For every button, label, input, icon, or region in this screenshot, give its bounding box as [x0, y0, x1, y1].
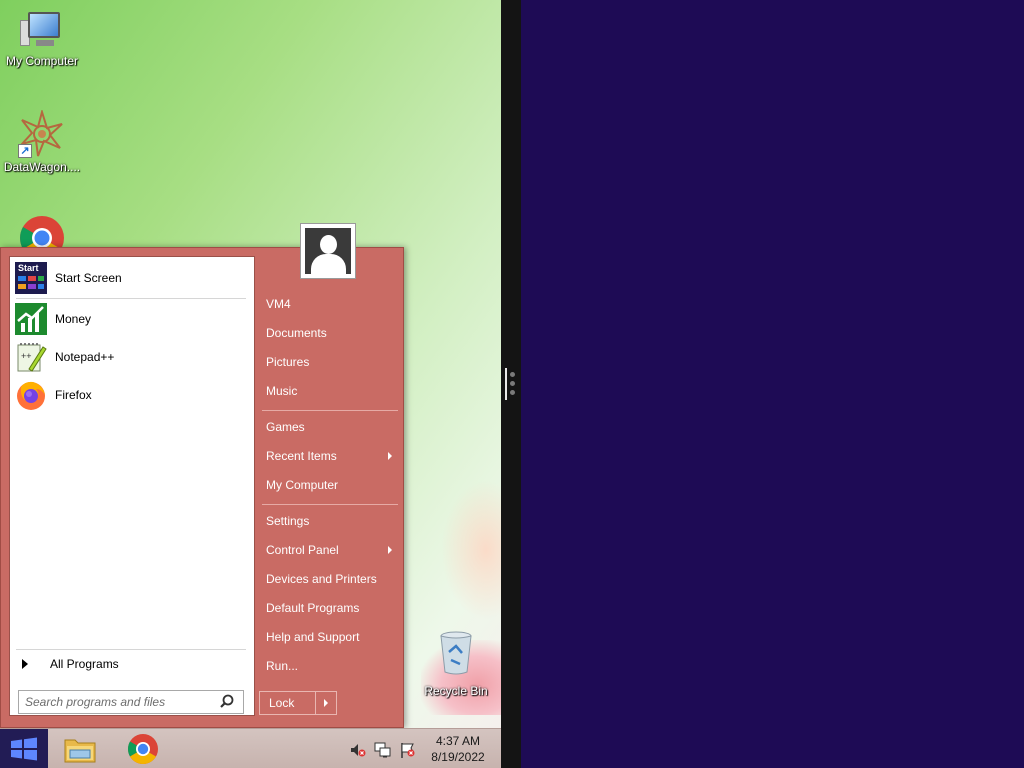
- lock-button[interactable]: Lock: [260, 692, 316, 714]
- place-run[interactable]: Run...: [259, 653, 399, 679]
- desktop-icon-label: Recycle Bin: [424, 684, 488, 698]
- programs-separator: [16, 298, 246, 299]
- clock-time: 4:37 AM: [435, 734, 481, 748]
- program-label: Notepad++: [55, 350, 115, 364]
- computer-icon: [20, 8, 64, 52]
- place-label: Default Programs: [266, 601, 360, 615]
- taskbar-clock[interactable]: 4:37 AM 8/19/2022: [422, 733, 494, 765]
- place-recent-items[interactable]: Recent Items: [259, 443, 399, 469]
- notepad-plus-plus-icon: ++: [15, 341, 47, 373]
- search-input[interactable]: [19, 692, 215, 712]
- place-label: Settings: [266, 514, 310, 528]
- place-label: Documents: [266, 326, 327, 340]
- chevron-right-icon: [324, 699, 328, 707]
- place-help-and-support[interactable]: Help and Support: [259, 624, 399, 650]
- search-icon[interactable]: [215, 691, 239, 713]
- place-devices-and-printers[interactable]: Devices and Printers: [259, 566, 399, 592]
- place-default-programs[interactable]: Default Programs: [259, 595, 399, 621]
- user-avatar[interactable]: [300, 223, 356, 279]
- place-label: Control Panel: [266, 543, 339, 557]
- all-programs-button[interactable]: All Programs: [14, 653, 250, 675]
- place-vm4[interactable]: VM4: [259, 291, 399, 317]
- place-pictures[interactable]: Pictures: [259, 349, 399, 375]
- place-my-computer[interactable]: My Computer: [259, 472, 399, 498]
- right-pane: [521, 0, 1024, 768]
- submenu-arrow-icon: [388, 546, 392, 554]
- network-icon[interactable]: [374, 741, 392, 759]
- recycle-bin-icon: [440, 631, 472, 675]
- program-firefox[interactable]: Firefox: [14, 378, 250, 412]
- desktop-icon-datawagon[interactable]: ↗ DataWagon....: [0, 108, 84, 174]
- start-menu: Start Start Screen Money ++ Notepad++ Fi…: [0, 247, 404, 728]
- place-label: Help and Support: [266, 630, 360, 644]
- places-separator: [262, 410, 398, 411]
- volume-muted-icon[interactable]: [349, 741, 367, 759]
- clock-date: 8/19/2022: [431, 750, 485, 764]
- svg-text:++: ++: [21, 351, 32, 361]
- start-screen-icon: Start: [15, 262, 47, 294]
- desktop-icon-recycle-bin[interactable]: Recycle Bin: [420, 630, 492, 698]
- expand-triangle-icon: [22, 659, 28, 669]
- place-settings[interactable]: Settings: [259, 508, 399, 534]
- place-label: My Computer: [266, 478, 339, 492]
- place-label: Recent Items: [266, 449, 337, 463]
- place-control-panel[interactable]: Control Panel: [259, 537, 399, 563]
- lock-button-group: Lock: [259, 691, 337, 715]
- money-icon: [15, 303, 47, 335]
- user-icon: [305, 228, 351, 274]
- shutdown-options-button[interactable]: [316, 692, 336, 714]
- file-explorer-icon: [64, 739, 96, 763]
- program-notepad-plus-plus[interactable]: ++ Notepad++: [14, 340, 250, 374]
- desktop-icon-label: My Computer: [5, 54, 79, 68]
- background-glow: [441, 480, 501, 620]
- program-start-screen[interactable]: Start Start Screen: [14, 261, 250, 295]
- programs-pane: Start Start Screen Money ++ Notepad++ Fi…: [9, 256, 255, 716]
- program-money[interactable]: Money: [14, 302, 250, 336]
- place-music[interactable]: Music: [259, 378, 399, 404]
- lock-label: Lock: [269, 696, 295, 710]
- datawagon-icon: ↗: [18, 108, 66, 158]
- program-label: Firefox: [55, 388, 92, 402]
- chrome-icon: [127, 734, 158, 765]
- place-label: VM4: [266, 297, 291, 311]
- place-label: Music: [266, 384, 298, 398]
- place-documents[interactable]: Documents: [259, 320, 399, 346]
- place-label: Games: [266, 420, 305, 434]
- start-button[interactable]: [0, 729, 48, 768]
- place-games[interactable]: Games: [259, 414, 399, 440]
- desktop-icon-my-computer[interactable]: My Computer: [0, 8, 84, 68]
- place-label: Pictures: [266, 355, 310, 369]
- program-label: Start Screen: [55, 271, 122, 285]
- place-label: Run...: [266, 659, 299, 673]
- desktop-icon-label: DataWagon....: [3, 160, 81, 174]
- place-label: Devices and Printers: [266, 572, 377, 586]
- programs-separator: [16, 649, 246, 650]
- firefox-icon: [15, 379, 47, 411]
- all-programs-label: All Programs: [50, 657, 119, 671]
- action-center-flag-icon[interactable]: [399, 741, 417, 759]
- taskbar-file-explorer[interactable]: [62, 731, 98, 767]
- start-screen-icon-text: Start: [18, 263, 39, 273]
- taskbar-chrome[interactable]: [125, 731, 161, 767]
- search-box[interactable]: [18, 690, 244, 714]
- places-separator: [262, 504, 398, 505]
- taskbar: 4:37 AM 8/19/2022: [0, 728, 501, 768]
- windows-logo-icon: [11, 737, 37, 761]
- program-label: Money: [55, 312, 92, 326]
- split-drag-handle[interactable]: [505, 368, 519, 400]
- submenu-arrow-icon: [388, 452, 392, 460]
- shortcut-arrow-icon: ↗: [18, 144, 32, 158]
